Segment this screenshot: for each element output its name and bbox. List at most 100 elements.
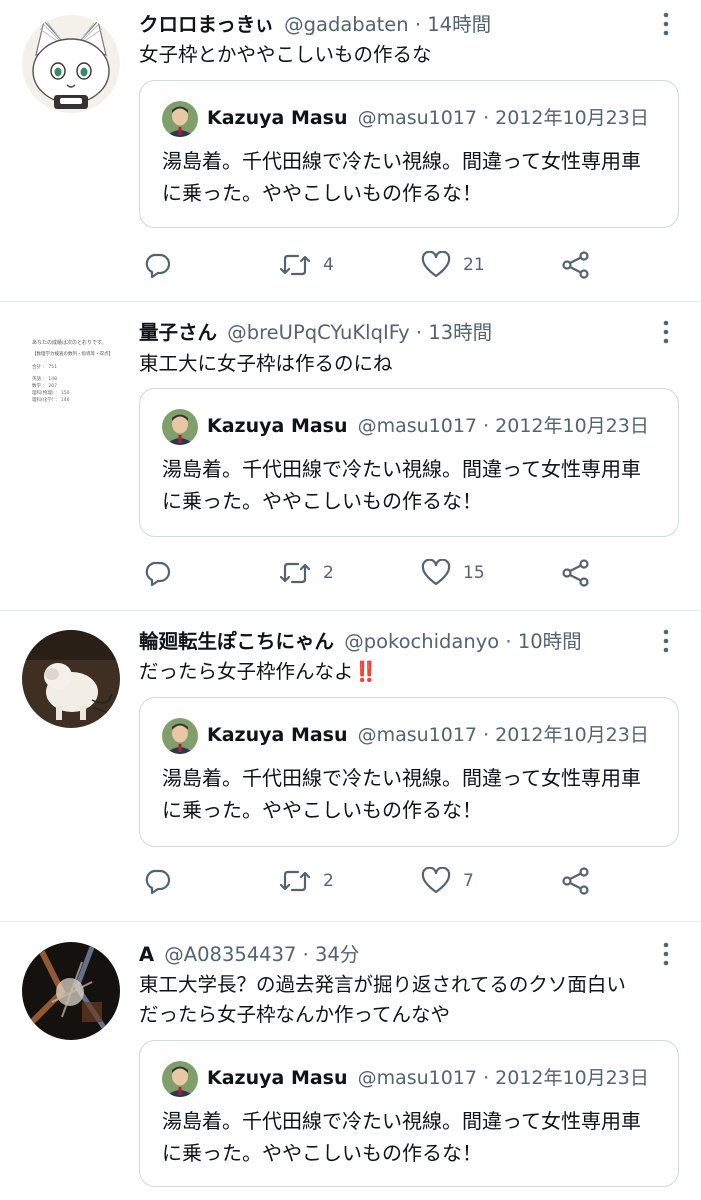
retweet-count: 2 xyxy=(323,871,334,891)
tweet-text: 女子枠とかややこしいもの作るな xyxy=(139,43,432,66)
author-handle[interactable]: @A08354437 xyxy=(164,943,296,966)
reply-icon xyxy=(145,869,171,895)
tweet-header: クロロまっきぃ @gadabaten · 14時間 xyxy=(139,13,641,37)
share-button[interactable] xyxy=(561,864,591,898)
author-name[interactable]: 量子さん xyxy=(139,321,217,344)
separator-dot: · xyxy=(483,107,490,129)
separator-dot: · xyxy=(415,321,423,344)
like-count: 21 xyxy=(463,255,485,275)
quote-date: 2012年10月23日 xyxy=(495,107,649,129)
double-exclamation-emoji: ‼️ xyxy=(353,660,378,683)
like-count: 15 xyxy=(463,563,485,583)
avatar-text-line: あなたの成績は次のとおりです。 xyxy=(32,339,107,346)
tweet-time[interactable]: 34分 xyxy=(315,943,359,966)
author-handle[interactable]: @gadabaten xyxy=(284,13,408,36)
like-button[interactable]: 7 xyxy=(421,864,474,898)
author-name[interactable]: クロロまっきぃ xyxy=(139,13,274,36)
quote-author-name: Kazuya Masu xyxy=(207,724,348,746)
author-name[interactable]: A xyxy=(139,943,154,966)
quote-author-handle: @masu1017 xyxy=(357,415,478,437)
retweet-count: 4 xyxy=(323,255,334,275)
separator-dot: · xyxy=(414,13,422,36)
quote-text: 湯島着。千代田線で冷たい視線。間違って女性専用車に乗った。ややこしいもの作るな！ xyxy=(162,1109,641,1165)
more-icon[interactable] xyxy=(663,942,669,966)
tweet-header: 量子さん @breUPqCYuKlqIFy · 13時間 xyxy=(139,321,641,345)
quote-header: Kazuya Masu @masu1017 · 2012年10月23日 xyxy=(207,722,649,748)
separator-dot: · xyxy=(483,415,490,437)
avatar[interactable] xyxy=(22,15,120,113)
author-name[interactable]: 輪廻転生ぽこちにゃん xyxy=(139,630,334,653)
quoted-tweet[interactable]: Kazuya Masu @masu1017 · 2012年10月23日 湯島着。… xyxy=(139,388,679,537)
more-icon[interactable] xyxy=(663,12,669,36)
avatar-text-line: 数学 ： 207 xyxy=(32,382,57,389)
share-button[interactable] xyxy=(561,248,591,282)
quote-author-name: Kazuya Masu xyxy=(207,1067,348,1089)
tweet[interactable]: 輪廻転生ぽこちにゃん @pokochidanyo · 10時間 だったら女子枠作… xyxy=(0,611,701,922)
avatar xyxy=(162,1061,198,1097)
quote-text: 湯島着。千代田線で冷たい視線。間違って女性専用車に乗った。ややこしいもの作るな！ xyxy=(162,149,641,205)
avatar-text-line: 合計 ： 751 xyxy=(32,363,57,370)
avatar-text-line: 理科(化学) ： 146 xyxy=(32,396,70,403)
avatar-text-line: 【数理学力検査の数列・指導等・得点】 xyxy=(32,350,113,357)
tweet-text-line: 東工大学長？の過去発言が掘り返されてるのクソ面白い xyxy=(139,973,626,996)
share-icon xyxy=(562,559,589,587)
quote-text: 湯島着。千代田線で冷たい視線。間違って女性専用車に乗った。ややこしいもの作るな！ xyxy=(162,457,641,513)
share-icon xyxy=(562,867,589,895)
avatar[interactable]: あなたの成績は次のとおりです。 【数理学力検査の数列・指導等・得点】 合計 ： … xyxy=(22,322,120,420)
retweet-count: 2 xyxy=(323,563,334,583)
tweet-text-line: だったら女子枠なんか作ってんなや xyxy=(139,1003,451,1026)
tweet[interactable]: あなたの成績は次のとおりです。 【数理学力検査の数列・指導等・得点】 合計 ： … xyxy=(0,302,701,611)
quote-author-name: Kazuya Masu xyxy=(207,107,348,129)
tweet-text: だったら女子枠作んなよ‼️ xyxy=(139,657,681,687)
quote-header: Kazuya Masu @masu1017 · 2012年10月23日 xyxy=(207,413,649,439)
action-bar: 4 21 xyxy=(139,248,609,282)
quote-date: 2012年10月23日 xyxy=(495,415,649,437)
author-handle[interactable]: @pokochidanyo xyxy=(344,630,499,653)
heart-icon xyxy=(421,251,451,278)
like-button[interactable]: 15 xyxy=(421,556,485,590)
retweet-icon xyxy=(279,562,311,584)
quote-date: 2012年10月23日 xyxy=(495,1067,649,1089)
avatar[interactable] xyxy=(22,942,120,1040)
quote-author-handle: @masu1017 xyxy=(357,1067,478,1089)
tweet-text: 東工大学長？の過去発言が掘り返されてるのクソ面白い だったら女子枠なんか作ってん… xyxy=(139,970,681,1030)
avatar xyxy=(162,409,198,445)
tweet-text: 東工大に女子枠は作るのにね xyxy=(139,352,393,375)
reply-button[interactable] xyxy=(143,556,171,590)
quote-text: 湯島着。千代田線で冷たい視線。間違って女性専用車に乗った。ややこしいもの作るな！ xyxy=(162,766,641,822)
separator-dot: · xyxy=(483,1067,490,1089)
quoted-tweet[interactable]: Kazuya Masu @masu1017 · 2012年10月23日 湯島着。… xyxy=(139,1040,679,1187)
reply-button[interactable] xyxy=(143,248,171,282)
quote-author-handle: @masu1017 xyxy=(357,107,478,129)
tweet-header: A @A08354437 · 34分 xyxy=(139,943,641,967)
quote-date: 2012年10月23日 xyxy=(495,724,649,746)
quoted-tweet[interactable]: Kazuya Masu @masu1017 · 2012年10月23日 湯島着。… xyxy=(139,80,679,228)
avatar-text-line: 英語 ： 148 xyxy=(32,375,57,382)
like-button[interactable]: 21 xyxy=(421,248,485,282)
author-handle[interactable]: @breUPqCYuKlqIFy xyxy=(227,321,409,344)
tweet-time[interactable]: 13時間 xyxy=(428,321,492,344)
separator-dot: · xyxy=(505,630,512,653)
action-bar: 2 15 xyxy=(139,556,609,590)
retweet-button[interactable]: 2 xyxy=(279,864,334,898)
retweet-icon xyxy=(279,254,311,276)
reply-icon xyxy=(145,253,171,279)
tweet[interactable]: A @A08354437 · 34分 東工大学長？の過去発言が掘り返されてるのク… xyxy=(0,922,701,1200)
heart-icon xyxy=(421,867,451,894)
share-button[interactable] xyxy=(561,556,591,590)
tweet-time[interactable]: 10時間 xyxy=(518,630,582,653)
avatar xyxy=(162,718,198,754)
heart-icon xyxy=(421,559,451,586)
retweet-button[interactable]: 4 xyxy=(279,248,334,282)
retweet-button[interactable]: 2 xyxy=(279,556,334,590)
avatar[interactable] xyxy=(22,630,120,728)
tweet-header: 輪廻転生ぽこちにゃん @pokochidanyo · 10時間 xyxy=(139,630,641,654)
more-icon[interactable] xyxy=(663,629,669,653)
tweet-time[interactable]: 14時間 xyxy=(427,13,491,36)
quote-author-handle: @masu1017 xyxy=(357,724,478,746)
tweet[interactable]: クロロまっきぃ @gadabaten · 14時間 女子枠とかややこしいもの作る… xyxy=(0,0,701,302)
avatar xyxy=(162,101,198,137)
reply-button[interactable] xyxy=(143,864,171,898)
more-icon[interactable] xyxy=(663,320,669,344)
quoted-tweet[interactable]: Kazuya Masu @masu1017 · 2012年10月23日 湯島着。… xyxy=(139,697,679,847)
